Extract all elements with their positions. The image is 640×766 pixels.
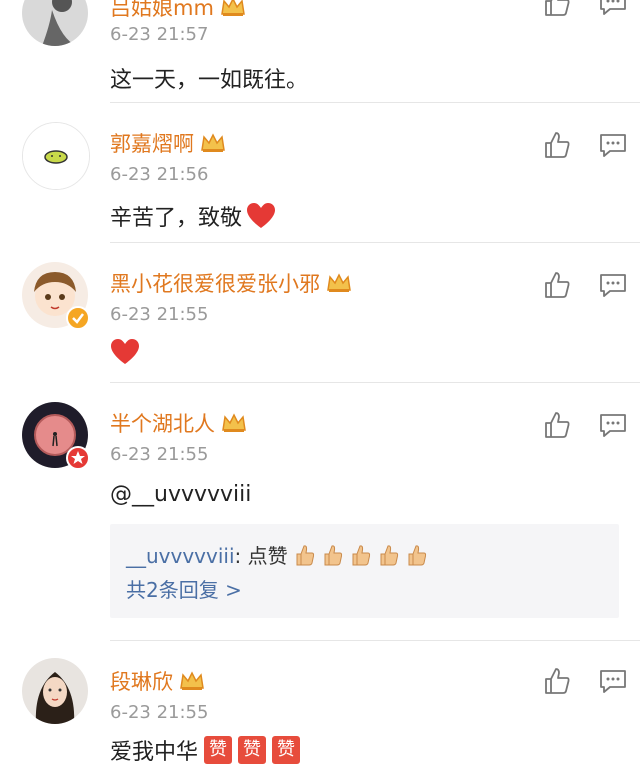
zan-sticker-icon: 赞 [272, 736, 301, 764]
reply-icon[interactable] [598, 270, 628, 300]
username[interactable]: 郭嘉熠啊 [110, 128, 226, 158]
thumbs-up-emoji-icon [296, 544, 314, 565]
view-all-replies-link[interactable]: 共2条回复 > [126, 574, 242, 603]
avatar[interactable] [22, 658, 88, 724]
heart-emoji-icon [111, 339, 139, 364]
verified-badge-icon [66, 306, 90, 330]
reply-text: : 点赞 [234, 544, 288, 568]
crown-badge-icon [327, 273, 351, 292]
reply-username[interactable]: __uvvvvviii [126, 544, 235, 568]
divider [110, 102, 640, 103]
reply-icon[interactable] [598, 0, 628, 18]
avatar[interactable] [22, 0, 88, 46]
comment-time: 6-23 21:55 [110, 304, 209, 325]
divider [110, 242, 640, 243]
divider [110, 640, 640, 641]
like-icon[interactable] [542, 0, 572, 18]
reply-line: __uvvvvviii: 点赞 [126, 540, 428, 569]
thumbs-up-emoji-icon [324, 544, 342, 565]
reply-icon[interactable] [598, 410, 628, 440]
official-badge-icon [66, 446, 90, 470]
crown-badge-icon [201, 133, 225, 152]
divider [110, 382, 640, 383]
comment-time: 6-23 21:57 [110, 24, 209, 45]
username[interactable]: 吕姑娘mm [110, 0, 246, 22]
comment-text: @__uvvvvviii [110, 482, 252, 507]
comment-text: 爱我中华 赞 赞 赞 [110, 734, 301, 766]
heart-emoji-icon [247, 203, 276, 228]
username[interactable]: 半个湖北人 [110, 408, 247, 438]
like-icon[interactable] [542, 410, 572, 440]
like-icon[interactable] [542, 666, 572, 696]
thumbs-up-emoji-icon [380, 544, 398, 565]
thumbs-up-emoji-icon [408, 544, 426, 565]
comment-time: 6-23 21:55 [110, 444, 209, 465]
crown-badge-icon [180, 671, 204, 690]
comment-text: 辛苦了，致敬 [110, 200, 276, 232]
thumbs-up-emoji-icon [352, 544, 370, 565]
username[interactable]: 段琳欣 [110, 666, 205, 696]
comment-time: 6-23 21:55 [110, 702, 209, 723]
reply-icon[interactable] [598, 130, 628, 160]
reply-preview[interactable]: __uvvvvviii: 点赞 共2条回复 > [110, 524, 619, 618]
comment-text [110, 338, 140, 366]
avatar[interactable] [22, 122, 90, 190]
crown-badge-icon [221, 0, 245, 16]
crown-badge-icon [222, 413, 246, 432]
zan-sticker-icon: 赞 [238, 736, 267, 764]
zan-sticker-icon: 赞 [204, 736, 233, 764]
username[interactable]: 黑小花很爱很爱张小邪 [110, 268, 352, 298]
reply-icon[interactable] [598, 666, 628, 696]
like-icon[interactable] [542, 130, 572, 160]
comment-text: 这一天，一如既往。 [110, 68, 309, 93]
comment-time: 6-23 21:56 [110, 164, 209, 185]
like-icon[interactable] [542, 270, 572, 300]
